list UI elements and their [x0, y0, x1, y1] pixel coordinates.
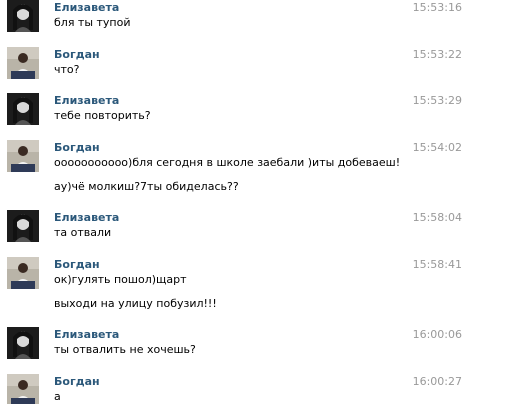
message-time[interactable]: 15:58:41 [413, 258, 462, 271]
message-text: ооооооооооо)бля сегодня в школе заебали … [54, 156, 401, 169]
message-author[interactable]: Богдан [54, 375, 100, 388]
bogdan-avatar[interactable] [7, 257, 39, 289]
message-time[interactable]: 16:00:27 [413, 375, 462, 388]
message-text: ок)гулять пошол)щарт [54, 273, 187, 286]
message-author[interactable]: Богдан [54, 48, 100, 61]
message-time[interactable]: 15:53:16 [413, 1, 462, 14]
elizaveta-avatar[interactable] [7, 0, 39, 32]
message-time[interactable]: 15:58:04 [413, 211, 462, 224]
message-text: ты отвалить не хочешь? [54, 343, 196, 356]
message-text: что? [54, 63, 80, 76]
bogdan-avatar[interactable] [7, 374, 39, 406]
message-text: тебе повторить? [54, 109, 151, 122]
message-author[interactable]: Богдан [54, 141, 100, 154]
message-author[interactable]: Елизавета [54, 328, 119, 341]
elizaveta-avatar[interactable] [7, 93, 39, 125]
message-time[interactable]: 16:00:06 [413, 328, 462, 341]
message-time[interactable]: 15:53:22 [413, 48, 462, 61]
message-text: выходи на улицу побузил!!! [54, 297, 217, 310]
message-time[interactable]: 15:54:02 [413, 141, 462, 154]
bogdan-avatar[interactable] [7, 47, 39, 79]
elizaveta-avatar[interactable] [7, 210, 39, 242]
message-author[interactable]: Елизавета [54, 211, 119, 224]
message-author[interactable]: Елизавета [54, 94, 119, 107]
elizaveta-avatar[interactable] [7, 327, 39, 359]
message-author[interactable]: Богдан [54, 258, 100, 271]
message-author[interactable]: Елизавета [54, 1, 119, 14]
message-time[interactable]: 15:53:29 [413, 94, 462, 107]
message-text: та отвали [54, 226, 112, 239]
message-text: а [54, 390, 61, 403]
message-text: ау)чё молкиш?7ты обиделась?? [54, 180, 239, 193]
cutoff-mask [0, 404, 505, 414]
bogdan-avatar[interactable] [7, 140, 39, 172]
message-text: бля ты тупой [54, 16, 131, 29]
